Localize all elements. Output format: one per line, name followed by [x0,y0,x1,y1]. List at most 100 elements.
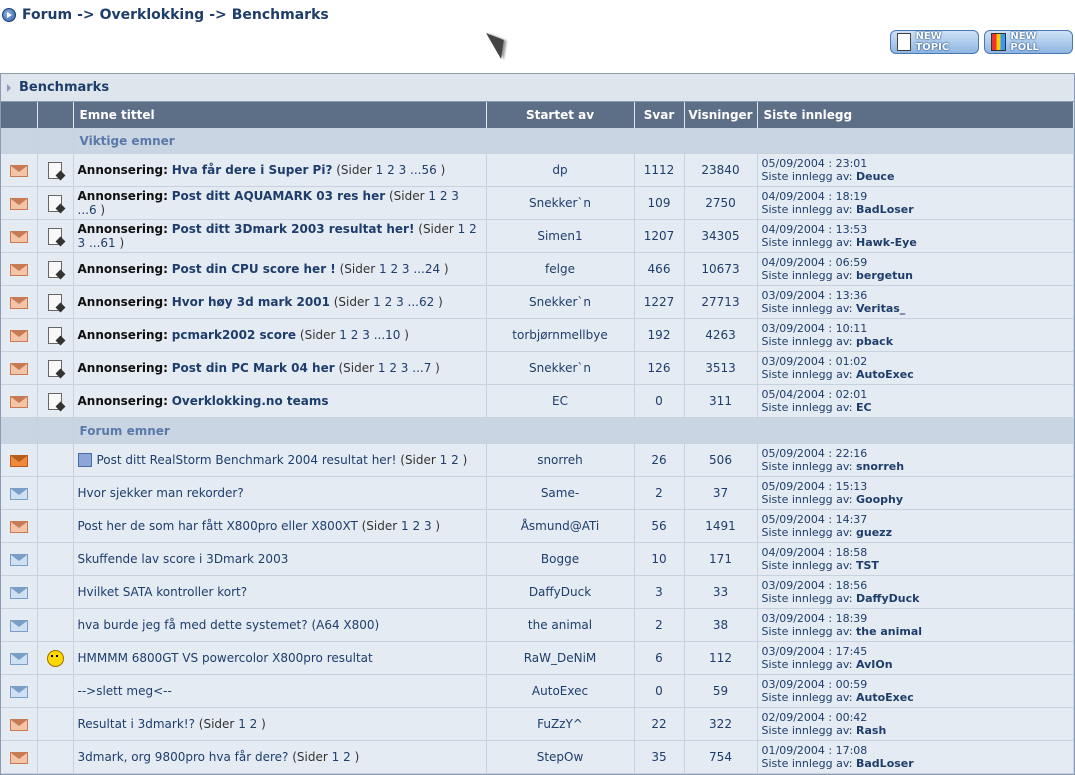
last-post-author[interactable]: AutoExec [856,368,914,381]
last-post-author[interactable]: EC [856,401,872,414]
topic-page-link[interactable]: ...7 [412,361,431,375]
topic-page-link[interactable]: 1 [376,163,384,177]
last-post-author[interactable]: BadLoser [856,203,914,216]
topic-replies[interactable]: 0 [634,384,685,418]
topic-starter-name[interactable]: Snekker`n [529,295,591,309]
topic-starter-name[interactable]: StepOw [537,750,584,764]
topic-title-link[interactable]: hva burde jeg få med dette systemet? (A6… [78,618,380,632]
topic-page-link[interactable]: 2 [387,163,395,177]
topic-starter[interactable]: snorreh [486,443,635,477]
topic-page-link[interactable]: 2 [412,519,420,533]
topic-starter-name[interactable]: the animal [528,618,592,632]
new-topic-button[interactable]: NEW TOPIC [890,30,979,54]
topic-starter-name[interactable]: Åsmund@ATi [521,519,600,533]
topic-starter[interactable]: Snekker`n [486,186,635,220]
topic-replies[interactable]: 6 [634,641,685,675]
topic-replies[interactable]: 10 [634,542,685,576]
topic-starter[interactable]: dp [486,153,635,187]
last-post-author[interactable]: AvIOn [856,658,893,671]
header-replies[interactable]: Svar [634,102,685,128]
topic-starter-name[interactable]: Snekker`n [529,196,591,210]
topic-starter-name[interactable]: AutoExec [532,684,588,698]
topic-replies[interactable]: 26 [634,443,685,477]
topic-title-link[interactable]: Hvilket SATA kontroller kort? [78,585,248,599]
topic-starter-name[interactable]: Snekker`n [529,361,591,375]
topic-replies[interactable]: 2 [634,476,685,510]
topic-starter[interactable]: Bogge [486,542,635,576]
topic-title-link[interactable]: Post din CPU score her ! [172,262,336,276]
last-post-author[interactable]: Rash [856,724,886,737]
topic-replies[interactable]: 109 [634,186,685,220]
last-post-author[interactable]: guezz [856,526,892,539]
topic-starter[interactable]: torbjørnmellbye [486,318,635,352]
topic-starter[interactable]: RaW_DeNiM [486,641,635,675]
last-post-author[interactable]: Hawk-Eye [856,236,917,249]
topic-title-link[interactable]: HMMMM 6800GT VS powercolor X800pro resul… [78,651,373,665]
breadcrumb-benchmarks[interactable]: Benchmarks [232,7,329,23]
topic-starter[interactable]: Snekker`n [486,285,635,319]
topic-page-link[interactable]: ...56 [410,163,437,177]
breadcrumb-forum[interactable]: Forum [22,7,72,23]
topic-title-link[interactable]: Hva får dere i Super Pi? [172,163,333,177]
header-last-post[interactable]: Siste innlegg [757,102,1074,128]
topic-starter-name[interactable]: EC [552,394,568,408]
topic-page-link[interactable]: 1 [238,717,246,731]
topic-page-link[interactable]: ...62 [408,295,435,309]
topic-page-link[interactable]: 1 [379,262,387,276]
last-post-author[interactable]: Deuce [856,170,894,183]
topic-starter[interactable]: EC [486,384,635,418]
topic-page-link[interactable]: 3 [424,519,432,533]
header-topic-title[interactable]: Emne tittel [73,102,487,128]
topic-page-link[interactable]: ...10 [374,328,401,342]
topic-page-link[interactable]: ...24 [413,262,440,276]
topic-page-link[interactable]: 1 [428,189,436,203]
topic-page-link[interactable]: ...61 [89,236,116,250]
last-post-author[interactable]: snorreh [856,460,904,473]
topic-replies[interactable]: 0 [634,674,685,708]
topic-page-link[interactable]: 3 [362,328,370,342]
breadcrumb-overklokking[interactable]: Overklokking [100,7,205,23]
topic-page-link[interactable]: 1 [458,222,466,236]
topic-starter[interactable]: Simen1 [486,219,635,253]
topic-starter-name[interactable]: dp [552,163,567,177]
topic-replies[interactable]: 192 [634,318,685,352]
topic-starter-name[interactable]: Same- [541,486,579,500]
topic-starter[interactable]: Same- [486,476,635,510]
topic-starter-name[interactable]: Simen1 [537,229,582,243]
topic-title-link[interactable]: Overklokking.no teams [172,394,329,408]
topic-replies[interactable]: 56 [634,509,685,543]
topic-page-link[interactable]: 2 [351,328,359,342]
topic-title-link[interactable]: Resultat i 3dmark!? [78,717,195,731]
header-started-by[interactable]: Startet av [486,102,635,128]
new-poll-button[interactable]: NEW POLL [984,30,1073,54]
last-post-author[interactable]: AutoExec [856,691,914,704]
last-post-author[interactable]: Goophy [856,493,903,506]
topic-replies[interactable]: 1112 [634,153,685,187]
topic-starter[interactable]: felge [486,252,635,286]
topic-page-link[interactable]: 1 [339,328,347,342]
topic-page-link[interactable]: 2 [250,717,258,731]
last-post-author[interactable]: the animal [856,625,922,638]
topic-replies[interactable]: 1227 [634,285,685,319]
topic-title-link[interactable]: Hvor sjekker man rekorder? [78,486,244,500]
topic-page-link[interactable]: 2 [469,222,477,236]
topic-title-link[interactable]: Hvor høy 3d mark 2001 [172,295,330,309]
topic-page-link[interactable]: 2 [390,262,398,276]
last-post-author[interactable]: Veritas_ [856,302,905,315]
topic-starter-name[interactable]: Bogge [541,552,579,566]
topic-page-link[interactable]: 2 [385,295,393,309]
topic-starter[interactable]: Snekker`n [486,351,635,385]
topic-title-link[interactable]: Post ditt AQUAMARK 03 res her [172,189,385,203]
last-post-author[interactable]: DaffyDuck [856,592,919,605]
topic-title-link[interactable]: pcmark2002 score [172,328,296,342]
topic-starter[interactable]: AutoExec [486,674,635,708]
topic-page-link[interactable]: 2 [343,750,351,764]
topic-page-link[interactable]: 1 [440,453,448,467]
topic-starter[interactable]: the animal [486,608,635,642]
topic-starter[interactable]: DaffyDuck [486,575,635,609]
last-post-author[interactable]: BadLoser [856,757,914,770]
topic-title-link[interactable]: -->slett meg<-- [78,684,172,698]
topic-page-link[interactable]: 3 [78,236,86,250]
topic-title-link[interactable]: 3dmark, org 9800pro hva får dere? [78,750,289,764]
topic-title-link[interactable]: Post ditt 3Dmark 2003 resultat her! [172,222,415,236]
